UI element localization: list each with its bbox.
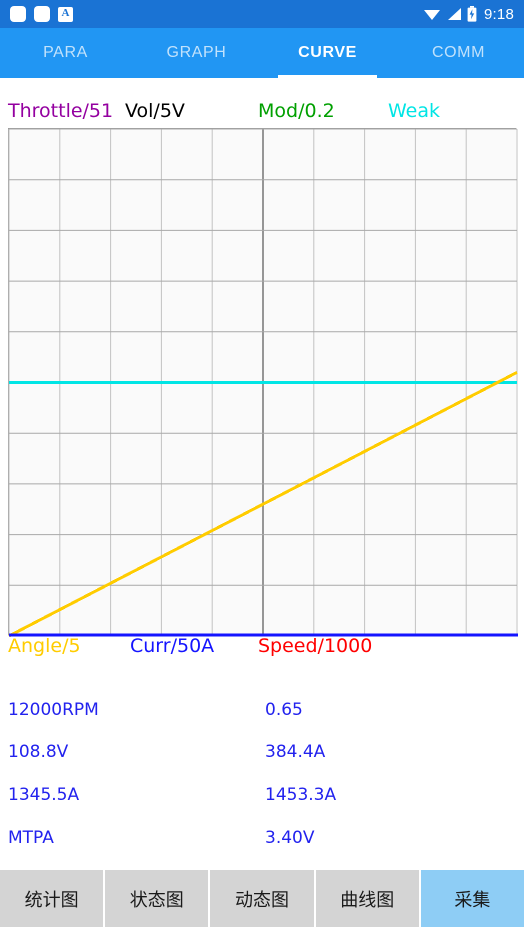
chart-bottom-legend: Angle/5 Curr/50A Speed/1000 — [0, 635, 524, 661]
legend-weak: Weak — [388, 100, 441, 122]
readout-value: 384.4A — [265, 742, 326, 762]
status-bar-left-icons: A — [10, 6, 73, 22]
legend-throttle: Throttle/51 — [8, 100, 114, 122]
bottom-button-bar: 统计图 状态图 动态图 曲线图 采集 — [0, 868, 524, 930]
square-icon — [34, 6, 50, 22]
square-icon — [10, 6, 26, 22]
status-bar-clock: 9:18 — [484, 5, 514, 23]
readout-value: 1453.3A — [265, 785, 337, 805]
button-dynamic-chart[interactable]: 动态图 — [210, 870, 314, 927]
button-statistics-chart[interactable]: 统计图 — [0, 870, 104, 927]
tab-comm[interactable]: COMM — [393, 28, 524, 78]
status-bar: A 9:18 — [0, 0, 524, 28]
curve-chart: Throttle/51 Vol/5V Mod/0.2 Weak Angle/5 … — [0, 78, 524, 668]
chart-plot-area — [8, 128, 518, 637]
readout-value: MTPA — [8, 828, 54, 848]
readout-panel: 12000RPM 0.65 108.8V 384.4A 1345.5A 1453… — [0, 690, 524, 860]
button-status-chart[interactable]: 状态图 — [105, 870, 209, 927]
readout-value: 108.8V — [8, 742, 69, 762]
signal-icon — [448, 8, 461, 20]
button-acquire[interactable]: 采集 — [420, 870, 524, 927]
legend-angle: Angle/5 — [8, 635, 81, 657]
readout-value: 0.65 — [265, 700, 303, 720]
wifi-icon — [424, 10, 440, 20]
readout-value: 1345.5A — [8, 785, 80, 805]
chart-top-legend: Throttle/51 Vol/5V Mod/0.2 Weak — [0, 100, 524, 126]
legend-mod: Mod/0.2 — [258, 100, 335, 122]
app-root: A 9:18 PARA GRAPH CURVE COMM Throttle/51 — [0, 0, 524, 930]
readout-value: 3.40V — [265, 828, 315, 848]
legend-curr: Curr/50A — [130, 635, 215, 657]
tab-para[interactable]: PARA — [0, 28, 131, 78]
keyboard-ime-icon: A — [58, 6, 73, 22]
legend-speed: Speed/1000 — [258, 635, 373, 657]
tab-graph[interactable]: GRAPH — [131, 28, 262, 78]
tab-curve[interactable]: CURVE — [262, 28, 393, 78]
readout-value: 12000RPM — [8, 700, 99, 720]
status-bar-right-icons: 9:18 — [423, 6, 514, 23]
button-curve-chart[interactable]: 曲线图 — [315, 870, 419, 927]
tab-bar: PARA GRAPH CURVE COMM — [0, 28, 524, 78]
legend-vol: Vol/5V — [125, 100, 185, 122]
battery-charging-icon — [467, 6, 477, 22]
